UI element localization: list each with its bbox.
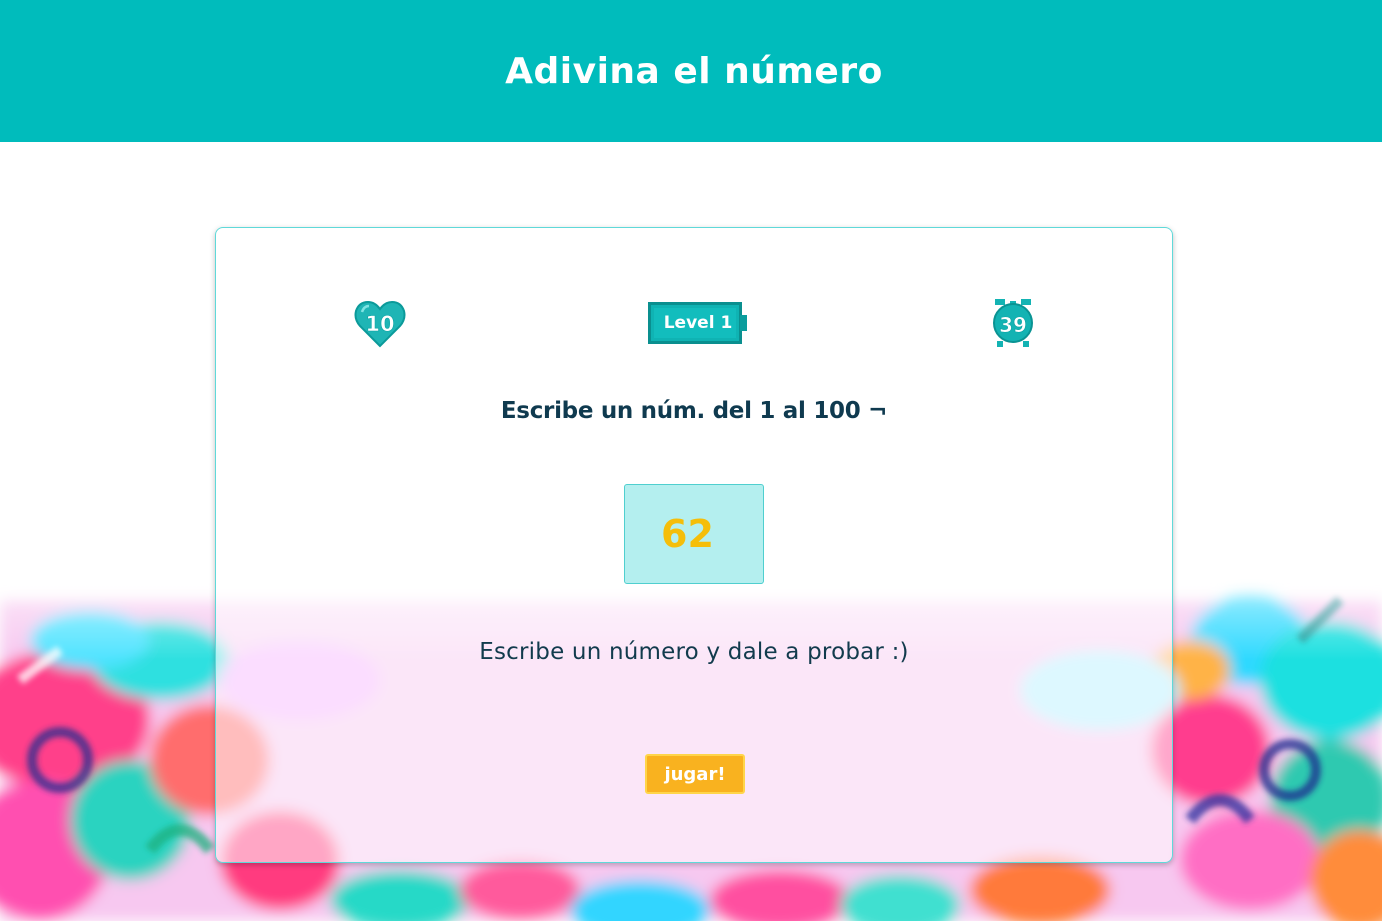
page-title: Adivina el número: [505, 50, 883, 92]
play-button[interactable]: jugar!: [645, 754, 745, 794]
level-indicator: Level 1: [648, 302, 748, 344]
instruction-text: Escribe un núm. del 1 al 100 ¬: [500, 398, 888, 424]
level-label: Level 1: [663, 313, 733, 333]
timer-indicator: 39: [991, 297, 1035, 349]
game-page: Adivina el número 10 Level 1 39 Escribe …: [0, 0, 1382, 921]
lives-count: 10: [365, 312, 395, 337]
lives-indicator: 10: [354, 300, 406, 348]
page-header: Adivina el número: [0, 0, 1382, 142]
game-card: 10 Level 1 39 Escribe un núm. del 1 al 1…: [215, 227, 1173, 863]
timer-count: 39: [999, 313, 1027, 338]
guess-input[interactable]: [624, 484, 764, 584]
feedback-message: Escribe un número y dale a probar :): [479, 639, 909, 665]
